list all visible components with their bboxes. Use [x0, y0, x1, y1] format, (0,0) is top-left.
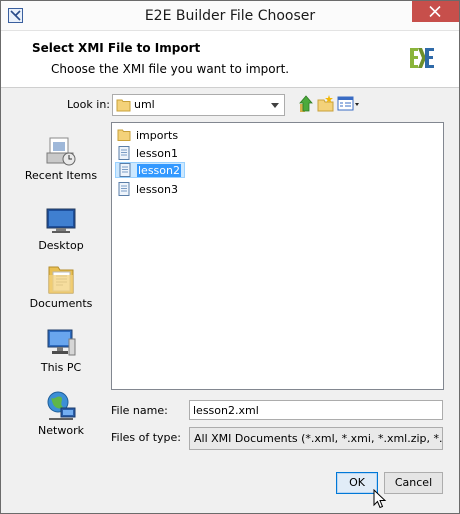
document-icon [118, 146, 130, 160]
header-banner: Select XMI File to Import Choose the XMI… [1, 31, 459, 88]
look-in-combo[interactable]: uml [112, 94, 285, 116]
file-name: lesson1 [136, 146, 178, 160]
close-button[interactable] [412, 1, 459, 22]
file-type-combo[interactable]: All XMI Documents (*.xml, *.xmi, *.xml.z… [189, 427, 443, 450]
file-chooser-dialog: E2E Builder File Chooser Select XMI File… [0, 0, 460, 514]
file-list[interactable]: imports lesson1 lesson2 lesson3 [111, 122, 444, 390]
place-label: Recent Items [24, 169, 98, 182]
file-type-value: All XMI Documents (*.xml, *.xmi, *.xml.z… [194, 432, 443, 445]
document-icon [118, 182, 130, 196]
file-name-input[interactable] [189, 400, 443, 420]
chevron-down-icon[interactable] [271, 103, 279, 108]
e2e-logo-icon [410, 48, 434, 68]
up-one-level-icon[interactable] [296, 94, 316, 114]
list-item-lesson2[interactable]: lesson2 [115, 162, 185, 178]
view-menu-icon[interactable] [337, 94, 361, 114]
folder-icon [117, 129, 131, 141]
dialog-heading: Select XMI File to Import [32, 41, 201, 55]
mouse-cursor-icon [373, 489, 387, 509]
place-recent-items[interactable]: Recent Items [19, 135, 103, 182]
create-new-folder-icon[interactable] [316, 94, 336, 114]
place-label: Desktop [38, 239, 84, 252]
cancel-button[interactable]: Cancel [384, 472, 443, 494]
file-name: lesson3 [136, 182, 178, 196]
place-desktop[interactable]: Desktop [19, 205, 103, 252]
dialog-subheading: Choose the XMI file you want to import. [51, 62, 290, 76]
folder-icon [116, 99, 131, 112]
document-icon [119, 163, 131, 177]
close-icon [429, 6, 441, 17]
desktop-icon [46, 208, 76, 233]
list-item-imports[interactable]: imports [115, 127, 181, 143]
place-label: Documents [29, 297, 93, 310]
file-name: lesson2 [137, 163, 181, 177]
recent-items-icon [46, 137, 76, 166]
list-item-lesson1[interactable]: lesson1 [115, 145, 181, 161]
list-item-lesson3[interactable]: lesson3 [115, 181, 181, 197]
place-documents[interactable]: Documents [19, 263, 103, 310]
ok-button[interactable]: OK [336, 472, 378, 494]
network-icon [47, 391, 76, 420]
this-pc-icon [47, 329, 76, 356]
file-type-label: Files of type: [111, 431, 182, 444]
place-this-pc[interactable]: This PC [19, 327, 103, 374]
file-name: imports [136, 128, 179, 142]
file-name-label: File name: [111, 404, 168, 417]
look-in-value: uml [134, 98, 155, 111]
title-bar[interactable]: E2E Builder File Chooser [1, 1, 459, 31]
place-label: Network [38, 424, 84, 437]
place-label: This PC [40, 361, 82, 374]
place-network[interactable]: Network [19, 390, 103, 437]
window-title: E2E Builder File Chooser [144, 8, 316, 24]
documents-icon [48, 266, 74, 294]
look-in-label: Look in: [67, 98, 110, 111]
